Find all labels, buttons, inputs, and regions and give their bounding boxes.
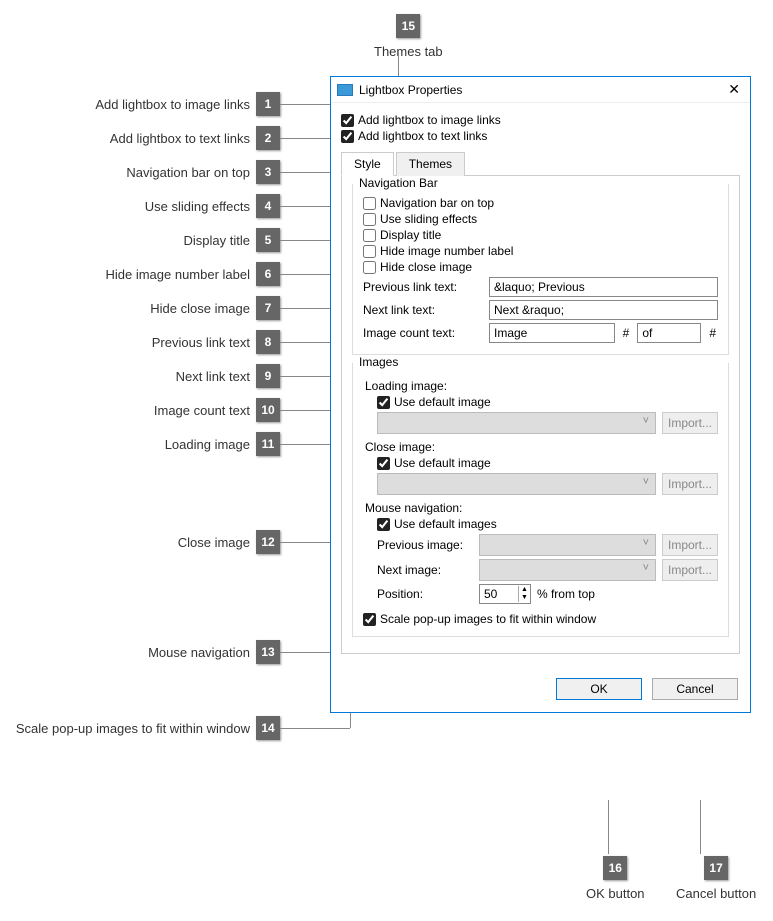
loading-image-select xyxy=(377,412,656,434)
spin-up-icon[interactable]: ▲ xyxy=(519,586,530,594)
close-default-label: Use default image xyxy=(394,456,491,470)
hide-close-label: Hide close image xyxy=(380,260,472,274)
style-panel: Navigation Bar Navigation bar on top Use… xyxy=(341,176,740,654)
callout-10: Image count text10 xyxy=(0,398,280,422)
add-image-links-checkbox[interactable] xyxy=(341,114,354,127)
count-text-input-1[interactable] xyxy=(489,323,615,343)
close-icon[interactable]: ✕ xyxy=(724,81,744,98)
callout-16: 16OK button xyxy=(586,856,645,901)
nav-legend: Navigation Bar xyxy=(359,176,438,190)
mouse-default-label: Use default images xyxy=(394,517,497,531)
scale-label: Scale pop-up images to fit within window xyxy=(380,612,596,626)
mouse-nav-label: Mouse navigation: xyxy=(365,501,718,515)
sliding-checkbox[interactable] xyxy=(363,213,376,226)
prev-import-button: Import... xyxy=(662,534,718,556)
callout-5: Display title5 xyxy=(0,228,280,252)
callout-9: Next link text9 xyxy=(0,364,280,388)
next-import-button: Import... xyxy=(662,559,718,581)
position-label: Position: xyxy=(377,587,473,601)
position-input[interactable] xyxy=(480,585,518,603)
tab-themes[interactable]: Themes xyxy=(396,152,465,176)
hash-2: # xyxy=(709,326,716,340)
cancel-button[interactable]: Cancel xyxy=(652,678,738,700)
callout-2: Add lightbox to text links2 xyxy=(0,126,280,150)
callout-17: 17Cancel button xyxy=(676,856,756,901)
loading-image-label: Loading image: xyxy=(365,379,718,393)
images-group: Images Loading image: Use default image … xyxy=(352,363,729,637)
close-default-checkbox[interactable] xyxy=(377,457,390,470)
callout-1: Add lightbox to image links1 xyxy=(0,92,280,116)
hash-1: # xyxy=(623,326,630,340)
loading-default-label: Use default image xyxy=(394,395,491,409)
callout-7: Hide close image7 xyxy=(0,296,280,320)
close-image-select xyxy=(377,473,656,495)
nav-on-top-checkbox[interactable] xyxy=(363,197,376,210)
callout-15: Themes tab15 xyxy=(374,14,443,59)
prev-image-label: Previous image: xyxy=(377,538,473,552)
prev-text-label: Previous link text: xyxy=(363,280,483,294)
callout-3: Navigation bar on top3 xyxy=(0,160,280,184)
count-text-input-2[interactable] xyxy=(637,323,701,343)
app-icon xyxy=(337,84,353,96)
mouse-default-checkbox[interactable] xyxy=(377,518,390,531)
position-spin[interactable]: ▲▼ xyxy=(479,584,531,604)
add-text-links-label: Add lightbox to text links xyxy=(358,129,487,143)
callout-12: Close image12 xyxy=(0,530,280,554)
nav-on-top-label: Navigation bar on top xyxy=(380,196,494,210)
prev-text-input[interactable] xyxy=(489,277,718,297)
callout-14: Scale pop-up images to fit within window… xyxy=(0,716,280,740)
dialog-title: Lightbox Properties xyxy=(359,83,462,97)
loading-default-checkbox[interactable] xyxy=(377,396,390,409)
hide-number-label: Hide image number label xyxy=(380,244,513,258)
scale-checkbox[interactable] xyxy=(363,613,376,626)
close-image-label: Close image: xyxy=(365,440,718,454)
close-import-button: Import... xyxy=(662,473,718,495)
callout-13: Mouse navigation13 xyxy=(0,640,280,664)
sliding-label: Use sliding effects xyxy=(380,212,477,226)
position-suffix: % from top xyxy=(537,587,595,601)
spin-down-icon[interactable]: ▼ xyxy=(519,594,530,602)
ok-button[interactable]: OK xyxy=(556,678,642,700)
next-text-input[interactable] xyxy=(489,300,718,320)
add-image-links-label: Add lightbox to image links xyxy=(358,113,501,127)
count-text-label: Image count text: xyxy=(363,326,483,340)
nav-group: Navigation Bar Navigation bar on top Use… xyxy=(352,184,729,355)
images-legend: Images xyxy=(359,355,398,369)
tab-style[interactable]: Style xyxy=(341,152,394,176)
next-image-label: Next image: xyxy=(377,563,473,577)
display-title-label: Display title xyxy=(380,228,441,242)
hide-close-checkbox[interactable] xyxy=(363,261,376,274)
next-text-label: Next link text: xyxy=(363,303,483,317)
next-image-select xyxy=(479,559,656,581)
callout-6: Hide image number label6 xyxy=(0,262,280,286)
display-title-checkbox[interactable] xyxy=(363,229,376,242)
hide-number-checkbox[interactable] xyxy=(363,245,376,258)
lightbox-properties-dialog: Lightbox Properties ✕ Add lightbox to im… xyxy=(330,76,751,713)
callout-11: Loading image11 xyxy=(0,432,280,456)
add-text-links-checkbox[interactable] xyxy=(341,130,354,143)
titlebar: Lightbox Properties ✕ xyxy=(331,77,750,103)
callout-8: Previous link text8 xyxy=(0,330,280,354)
callout-4: Use sliding effects4 xyxy=(0,194,280,218)
prev-image-select xyxy=(479,534,656,556)
loading-import-button: Import... xyxy=(662,412,718,434)
